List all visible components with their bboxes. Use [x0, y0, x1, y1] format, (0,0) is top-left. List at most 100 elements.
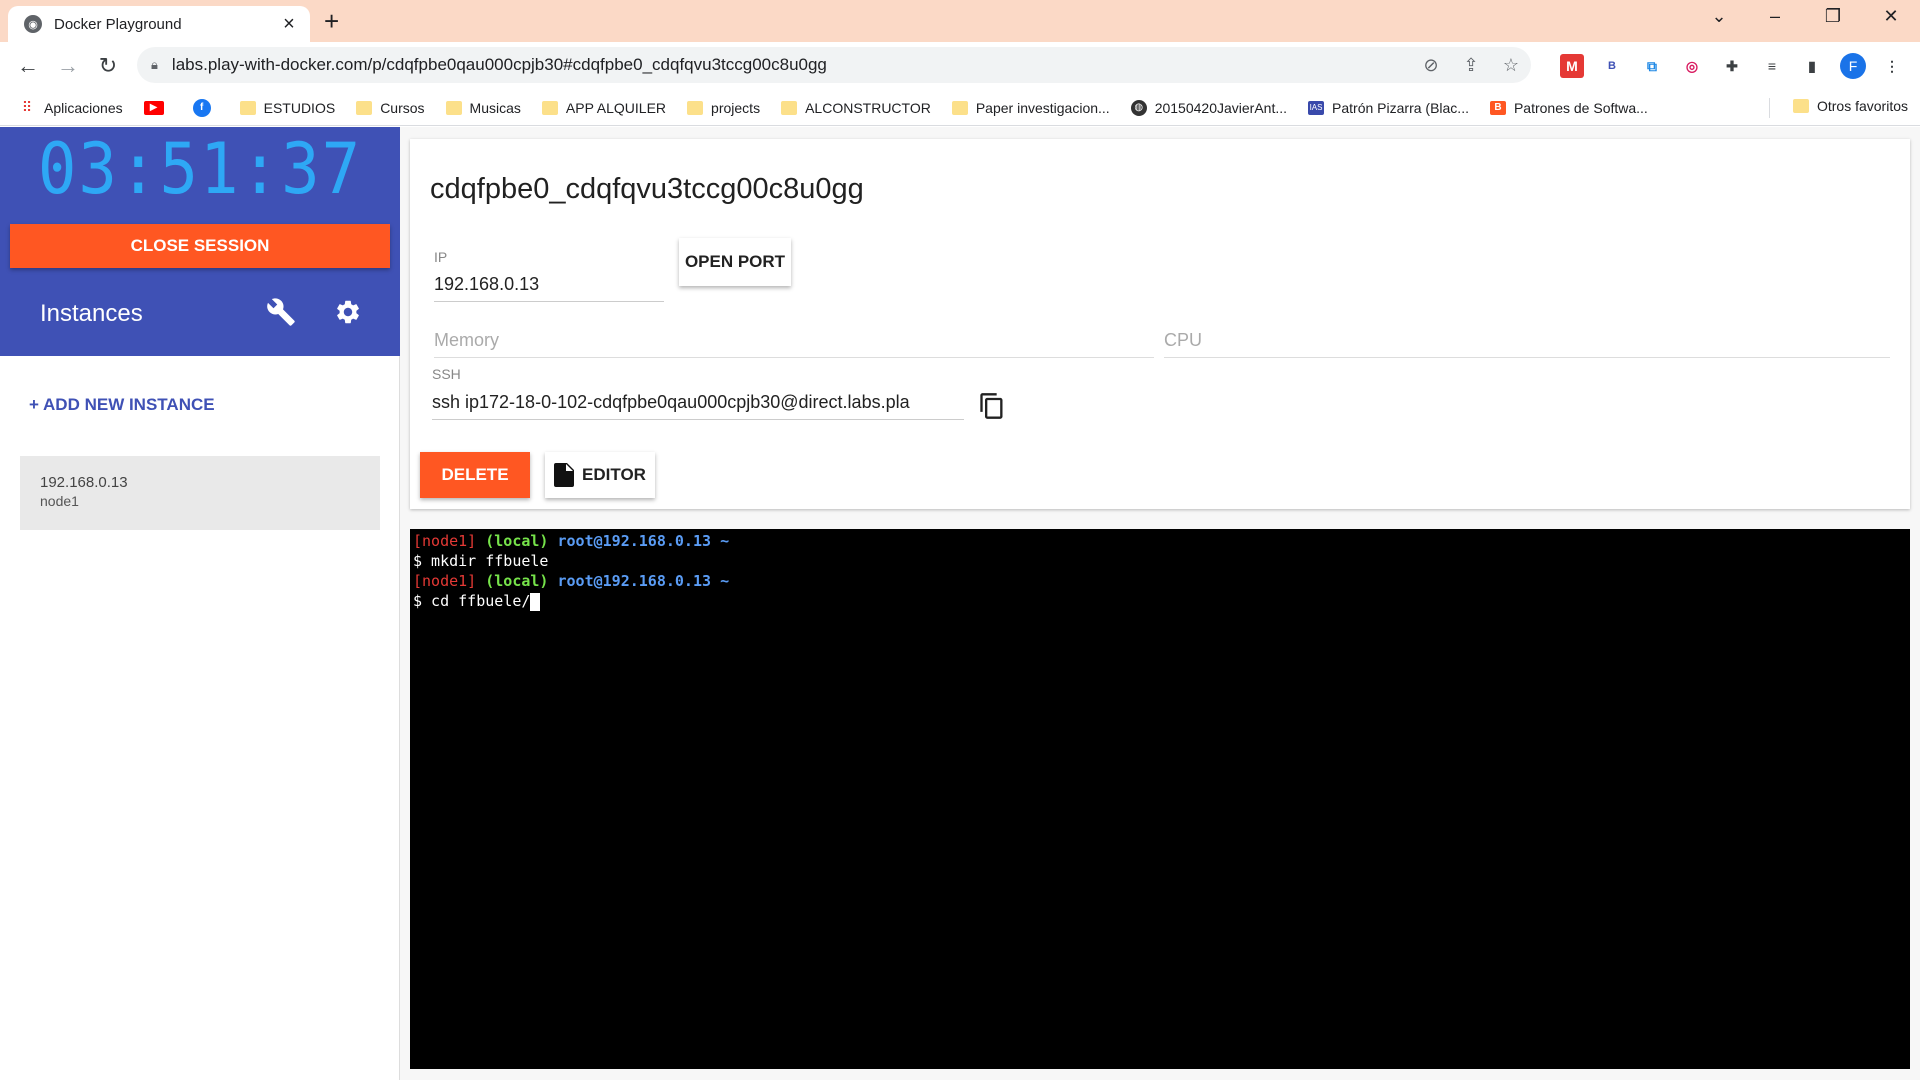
prompt-host: root@192.168.0.13	[557, 572, 712, 590]
bookmark-aplicaciones[interactable]: ⠿ Aplicaciones	[18, 99, 123, 116]
bookmark-cursos[interactable]: Cursos	[356, 99, 425, 116]
bookmark-facebook[interactable]: f	[192, 98, 219, 117]
browser-tab[interactable]: ◉ Docker Playground ×	[8, 6, 310, 42]
page-content: 03:51:37 CLOSE SESSION Instances + ADD N…	[0, 127, 1920, 1080]
bookmark-javier[interactable]: ◍ 20150420JavierAnt...	[1130, 99, 1288, 116]
ssh-label: SSH	[432, 366, 461, 382]
delete-button[interactable]: DELETE	[420, 452, 530, 498]
menu-kebab-icon[interactable]: ⋮	[1880, 54, 1904, 78]
folder-icon	[687, 100, 704, 115]
add-new-instance-button[interactable]: + ADD NEW INSTANCE	[29, 395, 215, 415]
folder-icon	[1792, 99, 1809, 113]
extension-b-icon[interactable]: B	[1600, 54, 1624, 78]
restore-icon[interactable]: ❐	[1818, 6, 1848, 27]
address-bar[interactable]: 🔒︎ labs.play-with-docker.com/p/cdqfpbe0q…	[137, 47, 1531, 83]
close-window-icon[interactable]: ✕	[1876, 6, 1906, 27]
bookmark-label: APP ALQUILER	[565, 99, 667, 116]
settings-gear-icon[interactable]	[331, 295, 365, 329]
facebook-icon: f	[192, 98, 211, 117]
instance-title: cdqfpbe0_cdqfqvu3tccg00c8u0gg	[430, 173, 864, 205]
open-port-button[interactable]: OPEN PORT	[679, 238, 791, 286]
ip-field[interactable]: 192.168.0.13	[434, 274, 664, 302]
extension-mendeley-icon[interactable]: M	[1560, 54, 1584, 78]
bookmark-patron-pizarra[interactable]: IAS Patrón Pizarra (Blac...	[1308, 100, 1469, 116]
bookmark-label: Otros favoritos	[1816, 98, 1908, 114]
bookmark-musicas[interactable]: Musicas	[445, 99, 521, 116]
back-icon[interactable]: ←	[14, 52, 42, 80]
terminal-line: $ cd ffbuele/	[413, 591, 1907, 611]
ssh-field[interactable]: ssh ip172-18-0-102-cdqfpbe0qau000cpjb30@…	[432, 392, 964, 420]
sidebar-header: 03:51:37 CLOSE SESSION Instances	[0, 127, 400, 356]
docker-favicon-icon: ◉	[24, 15, 42, 33]
reload-icon[interactable]: ↻	[94, 52, 122, 80]
share-icon[interactable]: ⇪	[1451, 55, 1491, 76]
bookmark-patrones[interactable]: B Patrones de Softwa...	[1489, 99, 1648, 116]
prompt-local: (local)	[485, 532, 549, 550]
tab-search-icon[interactable]: ⌄	[1704, 6, 1734, 27]
tab-strip: ◉ Docker Playground × + ⌄ – ❐ ✕	[0, 0, 1920, 42]
bookmark-label: Paper investigacion...	[975, 99, 1110, 116]
prompt-tilde: ~	[720, 532, 730, 550]
terminal-line: [node1] (local) root@192.168.0.13 ~	[413, 571, 1907, 591]
terminal-cursor	[530, 592, 541, 611]
close-tab-icon[interactable]: ×	[278, 13, 300, 36]
eye-off-icon[interactable]: ⊘	[1411, 55, 1451, 76]
bookmark-label: 20150420JavierAnt...	[1154, 99, 1288, 116]
instance-name: node1	[40, 493, 79, 509]
tab-title: Docker Playground	[54, 15, 182, 33]
new-tab-icon[interactable]: +	[324, 8, 339, 34]
bookmark-star-icon[interactable]: ☆	[1491, 55, 1531, 76]
bookmark-alconstructor[interactable]: ALCONSTRUCTOR	[781, 100, 931, 116]
bookmark-label: ALCONSTRUCTOR	[805, 99, 931, 116]
prompt-node: [node1]	[413, 572, 477, 590]
bookmark-label: Musicas	[469, 99, 521, 116]
terminal-input: $ cd ffbuele/	[413, 592, 531, 610]
prompt-local: (local)	[485, 572, 549, 590]
bookmark-label: ESTUDIOS	[263, 99, 336, 116]
bookmark-other-favorites[interactable]: Otros favoritos	[1792, 98, 1908, 114]
close-session-button[interactable]: CLOSE SESSION	[10, 224, 390, 268]
prompt-host: root@192.168.0.13	[557, 532, 712, 550]
bookmark-separator	[1769, 98, 1770, 118]
minimize-icon[interactable]: –	[1760, 6, 1790, 27]
extensions-puzzle-icon[interactable]: ✚	[1720, 54, 1744, 78]
url-text[interactable]: labs.play-with-docker.com/p/cdqfpbe0qau0…	[172, 55, 1411, 75]
copy-icon[interactable]	[978, 391, 1006, 421]
folder-icon	[445, 100, 462, 115]
editor-label: EDITOR	[582, 465, 646, 484]
editor-button[interactable]: EDITOR	[545, 452, 655, 498]
profile-avatar[interactable]: F	[1840, 53, 1866, 79]
media-queue-icon[interactable]: ≡	[1760, 54, 1784, 78]
lock-icon[interactable]: 🔒︎	[151, 57, 158, 73]
extension-translate-icon[interactable]: ⧉	[1640, 54, 1664, 78]
bookmark-estudios[interactable]: ESTUDIOS	[239, 99, 336, 116]
bookmark-youtube[interactable]: ▶	[143, 100, 172, 115]
memory-field: Memory	[434, 330, 1154, 358]
instance-ip: 192.168.0.13	[40, 474, 128, 491]
terminal[interactable]: [node1] (local) root@192.168.0.13 ~ $ mk…	[410, 529, 1910, 1069]
bookmark-projects[interactable]: projects	[687, 100, 760, 116]
globe-icon: ◍	[1130, 99, 1147, 116]
forward-icon[interactable]: →	[54, 52, 82, 80]
session-timer: 03:51:37	[37, 129, 363, 211]
folder-icon	[239, 100, 256, 115]
prompt-tilde: ~	[720, 572, 730, 590]
bookmarks-bar: ⠿ Aplicaciones ▶ f ESTUDIOS Cursos Music…	[0, 90, 1920, 126]
bookmark-label: Aplicaciones	[44, 99, 123, 116]
bookmark-label: Cursos	[380, 99, 425, 116]
folder-icon	[781, 100, 798, 115]
bookmark-paper[interactable]: Paper investigacion...	[951, 99, 1110, 116]
extension-colorzilla-icon[interactable]: ◎	[1680, 54, 1704, 78]
bookmark-app-alquiler[interactable]: APP ALQUILER	[541, 99, 667, 116]
bookmark-label: Patrones de Softwa...	[1513, 99, 1648, 116]
side-panel-icon[interactable]: ▮	[1800, 54, 1824, 78]
blogger-icon: B	[1489, 100, 1506, 115]
sidebar: 03:51:37 CLOSE SESSION Instances + ADD N…	[0, 127, 400, 1080]
folder-icon	[356, 100, 373, 115]
ip-label: IP	[434, 249, 448, 265]
browser-toolbar: ← → ↻ 🔒︎ labs.play-with-docker.com/p/cdq…	[0, 42, 1920, 90]
terminal-line: [node1] (local) root@192.168.0.13 ~	[413, 531, 1907, 551]
instance-list-item[interactable]: 192.168.0.13 node1	[20, 456, 380, 530]
folder-icon	[541, 100, 558, 115]
wrench-icon[interactable]	[264, 295, 298, 329]
